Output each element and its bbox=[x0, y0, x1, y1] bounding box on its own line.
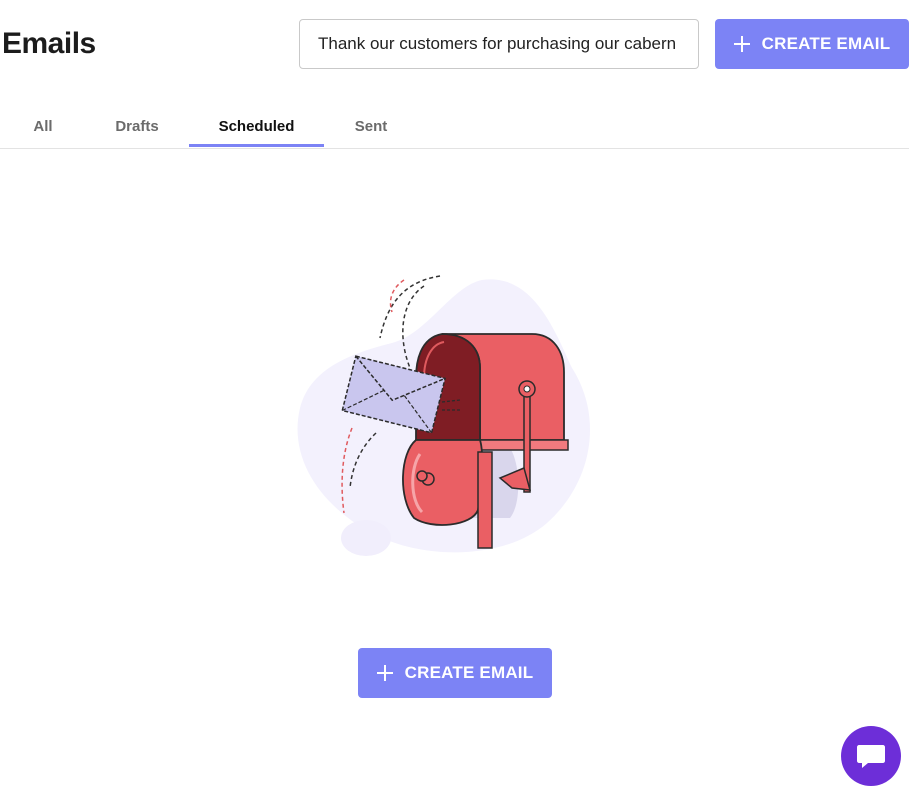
chat-bubble-icon bbox=[857, 745, 885, 768]
tab-all-label: All bbox=[33, 117, 53, 135]
tab-drafts-label: Drafts bbox=[115, 117, 159, 135]
plus-icon bbox=[376, 665, 393, 681]
create-email-empty-button[interactable]: CREATE EMAIL bbox=[358, 648, 552, 698]
emails-page: Emails CREATE EMAIL All Drafts Scheduled… bbox=[0, 0, 920, 793]
tab-scheduled[interactable]: Scheduled bbox=[189, 106, 324, 147]
create-email-button[interactable]: CREATE EMAIL bbox=[715, 19, 909, 69]
create-email-label: CREATE EMAIL bbox=[761, 34, 891, 53]
tab-scheduled-label: Scheduled bbox=[218, 118, 295, 135]
create-email-empty-label: CREATE EMAIL bbox=[404, 663, 534, 682]
plus-icon bbox=[733, 36, 750, 52]
chat-widget-button[interactable] bbox=[841, 726, 901, 786]
tab-sent-label: Sent bbox=[354, 117, 388, 135]
email-tabs: All Drafts Scheduled Sent bbox=[0, 106, 909, 149]
tab-sent[interactable]: Sent bbox=[340, 106, 402, 146]
email-prompt-input[interactable] bbox=[299, 19, 699, 69]
tab-drafts[interactable]: Drafts bbox=[104, 106, 170, 146]
page-title: Emails bbox=[2, 27, 96, 60]
mailbox-illustration bbox=[297, 275, 591, 556]
tab-all[interactable]: All bbox=[18, 106, 68, 146]
